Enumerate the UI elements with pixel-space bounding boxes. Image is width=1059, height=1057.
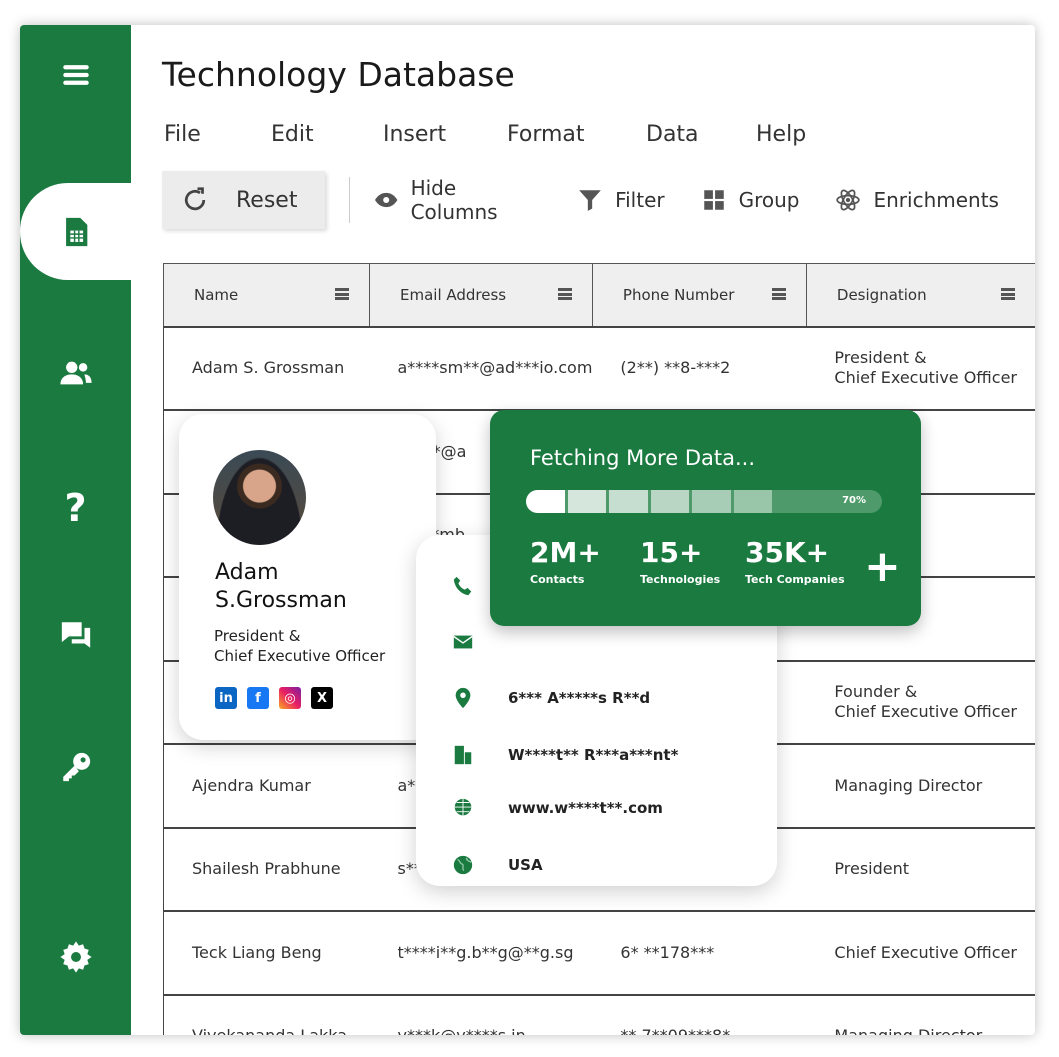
chat-icon[interactable] (20, 605, 131, 665)
menu-help[interactable]: Help (756, 122, 806, 147)
column-menu-icon[interactable] (771, 288, 786, 300)
menu-data[interactable]: Data (646, 122, 756, 147)
x-icon[interactable]: X (311, 687, 333, 709)
email-row (452, 631, 474, 653)
phone-row (452, 575, 474, 597)
progress-bar: 70% (526, 490, 882, 513)
progress-segment (609, 490, 648, 513)
globe-www-icon (454, 798, 472, 816)
plus-icon[interactable]: + (864, 545, 901, 589)
menu-edit[interactable]: Edit (271, 122, 383, 147)
cell-phone: 6* **178*** (592, 910, 807, 996)
help-icon[interactable]: ? (20, 478, 131, 538)
settings-icon[interactable] (20, 927, 131, 987)
profile-title: President & Chief Executive Officer (214, 627, 386, 665)
enrichments-button[interactable]: Enrichments (835, 187, 999, 213)
column-header-designation[interactable]: Designation (805, 263, 1035, 327)
filter-button[interactable]: Filter (577, 187, 665, 213)
group-button[interactable]: Group (701, 187, 799, 213)
atom-icon (836, 189, 861, 211)
cell-phone: ** 7**09***8* (592, 993, 807, 1035)
cell-name: Adam S. Grossman (163, 325, 370, 411)
cell-name: Vivekananda Lakka (163, 993, 370, 1035)
progress-segment (692, 490, 731, 513)
cell-email: t****i**g.b**g@**g.sg (369, 910, 593, 996)
hide-columns-button[interactable]: Hide Columns (374, 176, 541, 224)
earth-icon (453, 855, 473, 875)
progress-segment (526, 490, 565, 513)
users-icon[interactable] (20, 343, 131, 403)
filter-icon (579, 190, 601, 211)
company-row: W****t** R***a***nt* (452, 744, 678, 766)
column-menu-icon[interactable] (1001, 288, 1015, 300)
building-icon (454, 745, 472, 765)
column-menu-icon[interactable] (335, 288, 349, 300)
cell-designation: Founder & Chief Executive Officer (806, 659, 1035, 745)
progress-label: 70% (842, 495, 866, 506)
refresh-icon (184, 187, 206, 211)
toolbar-divider (349, 177, 351, 223)
menu-format[interactable]: Format (507, 122, 646, 147)
country-row: USA (452, 854, 543, 876)
address-row: 6*** A*****s R**d (452, 687, 650, 709)
stat-contacts: 2M+ Contacts (530, 536, 601, 587)
cell-name: Ajendra Kumar (163, 743, 370, 829)
cell-name: Teck Liang Beng (163, 910, 370, 996)
column-header-name[interactable]: Name (163, 263, 370, 327)
cell-designation: President (806, 826, 1035, 912)
fetch-title: Fetching More Data... (530, 446, 755, 470)
cell-name: Shailesh Prabhune (163, 826, 370, 912)
sidebar: ? (20, 25, 131, 1035)
menu-file[interactable]: File (164, 122, 271, 147)
cell-designation: Managing Director (806, 743, 1035, 829)
column-menu-icon[interactable] (557, 288, 572, 300)
menu-bar: File Edit Insert Format Data Help (164, 122, 806, 147)
table-row[interactable]: Adam S. Grossman a****sm**@ad***io.com (2*… (163, 325, 1035, 411)
cell-designation: President & Chief Executive Officer (806, 325, 1035, 411)
page-title: Technology Database (162, 55, 515, 94)
stat-technologies: 15+ Technologies (640, 536, 721, 587)
toolbar: Reset Hide Columns Filter Group Enrichme… (162, 170, 1035, 230)
progress-segment (650, 490, 690, 513)
menu-icon[interactable] (20, 45, 131, 105)
table-row[interactable]: Vivekananda Lakkav***k@v****s.in** 7**09… (163, 993, 1035, 1035)
progress-segment (733, 490, 773, 513)
key-icon[interactable] (20, 737, 131, 797)
progress-segment (567, 490, 607, 513)
cell-email: a****sm**@ad***io.com (369, 325, 593, 411)
profile-card: Adam S.Grossman President & Chief Execut… (179, 414, 436, 740)
grid-icon (703, 190, 724, 210)
mail-icon (453, 635, 473, 649)
spreadsheet-icon[interactable] (20, 183, 131, 280)
column-header-email[interactable]: Email Address (369, 263, 593, 327)
cell-phone: (2**) **8-***2 (592, 325, 807, 411)
stat-tech-companies: 35K+ Tech Companies (745, 536, 845, 587)
column-header-phone[interactable]: Phone Number (591, 263, 807, 327)
cell-designation: Chief Executive Officer (806, 910, 1035, 996)
instagram-icon[interactable]: ◎ (279, 687, 301, 709)
cell-designation: Managing Director (806, 993, 1035, 1035)
profile-name: Adam S.Grossman (215, 560, 347, 613)
eye-icon (375, 192, 398, 208)
fetching-data-panel: Fetching More Data... 70% 2M+ Contacts 15… (490, 410, 921, 626)
linkedin-icon[interactable]: in (215, 687, 237, 709)
reset-button[interactable]: Reset (162, 171, 326, 229)
avatar (213, 450, 306, 545)
table-row[interactable]: Teck Liang Beng t****i**g.b**g@**g.sg 6* *… (163, 910, 1035, 996)
location-pin-icon (455, 687, 471, 709)
cell-email: v***k@v****s.in (369, 993, 593, 1035)
facebook-icon[interactable]: f (247, 687, 269, 709)
menu-insert[interactable]: Insert (383, 122, 507, 147)
phone-icon (453, 576, 472, 596)
website-row: www.w****t**.com (452, 797, 663, 819)
